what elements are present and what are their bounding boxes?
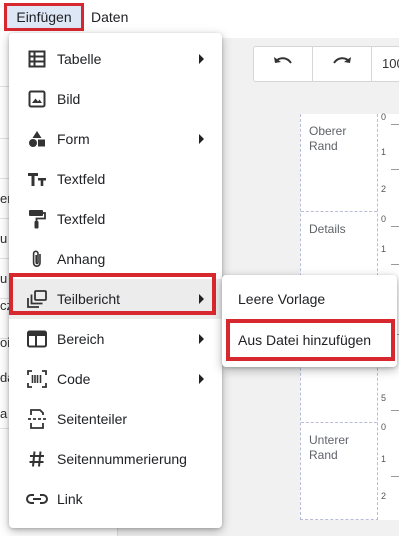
menu-item-label: Teilbericht	[57, 291, 121, 307]
text-field-icon	[26, 168, 48, 190]
toolbar-separator	[371, 47, 372, 81]
menu-item-form[interactable]: Form	[9, 119, 222, 159]
menu-bar: Einfügen Daten	[0, 0, 399, 34]
redo-icon	[331, 55, 353, 74]
submenu-item-aus-datei-hinzufuegen[interactable]: Aus Datei hinzufügen	[222, 320, 397, 360]
menu-item-teilbericht[interactable]: Teilbericht	[9, 279, 222, 319]
menu-item-label: Textfeld	[57, 211, 106, 227]
ruler-number: 2	[381, 491, 387, 501]
submenu-arrow-icon	[199, 134, 204, 144]
ruler-number: 5	[381, 393, 387, 403]
editor-toolbar: 100	[253, 46, 399, 82]
band-unterer-rand[interactable]: Unterer Rand	[301, 423, 377, 520]
left-panel-text: u	[0, 231, 8, 246]
menu-item-bild[interactable]: Bild	[9, 79, 222, 119]
ruler-number: 2	[381, 184, 387, 194]
link-icon	[26, 488, 48, 510]
ruler-tick	[391, 476, 399, 477]
submenu-item-label: Aus Datei hinzufügen	[238, 332, 372, 348]
menu-item-label: Seitenteiler	[57, 411, 128, 427]
menubar-daten[interactable]: Daten	[91, 3, 128, 31]
menubar-einfuegen[interactable]: Einfügen	[4, 3, 84, 31]
attachment-icon	[26, 248, 48, 270]
redo-button[interactable]	[313, 47, 371, 81]
submenu-arrow-icon	[199, 374, 204, 384]
ruler-tick	[391, 124, 399, 125]
submenu-arrow-icon	[199, 334, 204, 344]
ruler-number: 1	[381, 454, 387, 464]
menu-item-link[interactable]: Link	[9, 479, 222, 519]
image-icon	[26, 88, 48, 110]
submenu-arrow-icon	[199, 54, 204, 64]
menu-item-label: Bild	[57, 91, 81, 107]
submenu-item-label: Leere Vorlage	[238, 291, 326, 307]
ruler-tick	[391, 169, 399, 170]
ruler-number: 0	[381, 214, 387, 224]
undo-icon	[272, 55, 294, 74]
menu-item-label: Link	[57, 491, 83, 507]
band-label: Oberer Rand	[309, 124, 347, 153]
zoom-level[interactable]: 100	[382, 56, 399, 71]
ruler-tick	[391, 410, 399, 411]
table-icon	[26, 48, 48, 70]
menu-item-seitennummerierung[interactable]: Seitennummerierung	[9, 439, 222, 479]
ruler-number: 1	[381, 147, 387, 157]
paint-roller-icon	[26, 208, 48, 230]
menu-item-label: Bereich	[57, 331, 105, 347]
insert-menu: Tabelle Bild Form Textfeld Textfeld Anha…	[9, 33, 222, 528]
section-icon	[26, 328, 48, 350]
menu-item-label: Anhang	[57, 251, 106, 267]
ruler-tick	[391, 264, 399, 265]
menu-item-textfeld-2[interactable]: Textfeld	[9, 199, 222, 239]
menu-item-label: Textfeld	[57, 171, 106, 187]
menu-item-bereich[interactable]: Bereich	[9, 319, 222, 359]
undo-button[interactable]	[254, 47, 312, 81]
subreport-icon	[26, 288, 48, 310]
menu-item-seitenteiler[interactable]: Seitenteiler	[9, 399, 222, 439]
menu-item-label: Code	[57, 371, 91, 387]
menu-item-label: Seitennummerierung	[57, 451, 187, 467]
hash-icon	[26, 448, 48, 470]
shapes-icon	[26, 128, 48, 150]
barcode-icon	[26, 368, 48, 390]
menu-item-tabelle[interactable]: Tabelle	[9, 39, 222, 79]
band-label: Details	[309, 222, 346, 236]
page-break-icon	[26, 408, 48, 430]
menu-item-code[interactable]: Code	[9, 359, 222, 399]
teilbericht-submenu: Leere Vorlage Aus Datei hinzufügen	[222, 275, 397, 367]
menu-item-textfeld[interactable]: Textfeld	[9, 159, 222, 199]
menu-item-label: Form	[57, 131, 90, 147]
band-oberer-rand[interactable]: Oberer Rand	[301, 114, 377, 212]
ruler-number: 0	[381, 422, 387, 432]
left-panel-text: u	[0, 271, 8, 286]
band-label: Unterer Rand	[309, 433, 350, 462]
ruler-number: 1	[381, 244, 387, 254]
left-panel-text: a	[0, 406, 8, 421]
submenu-item-leere-vorlage[interactable]: Leere Vorlage	[222, 279, 397, 319]
ruler-tick	[391, 226, 399, 227]
menu-item-anhang[interactable]: Anhang	[9, 239, 222, 279]
submenu-arrow-icon	[199, 294, 204, 304]
ruler-number: 0	[381, 112, 387, 122]
menu-item-label: Tabelle	[57, 51, 102, 67]
